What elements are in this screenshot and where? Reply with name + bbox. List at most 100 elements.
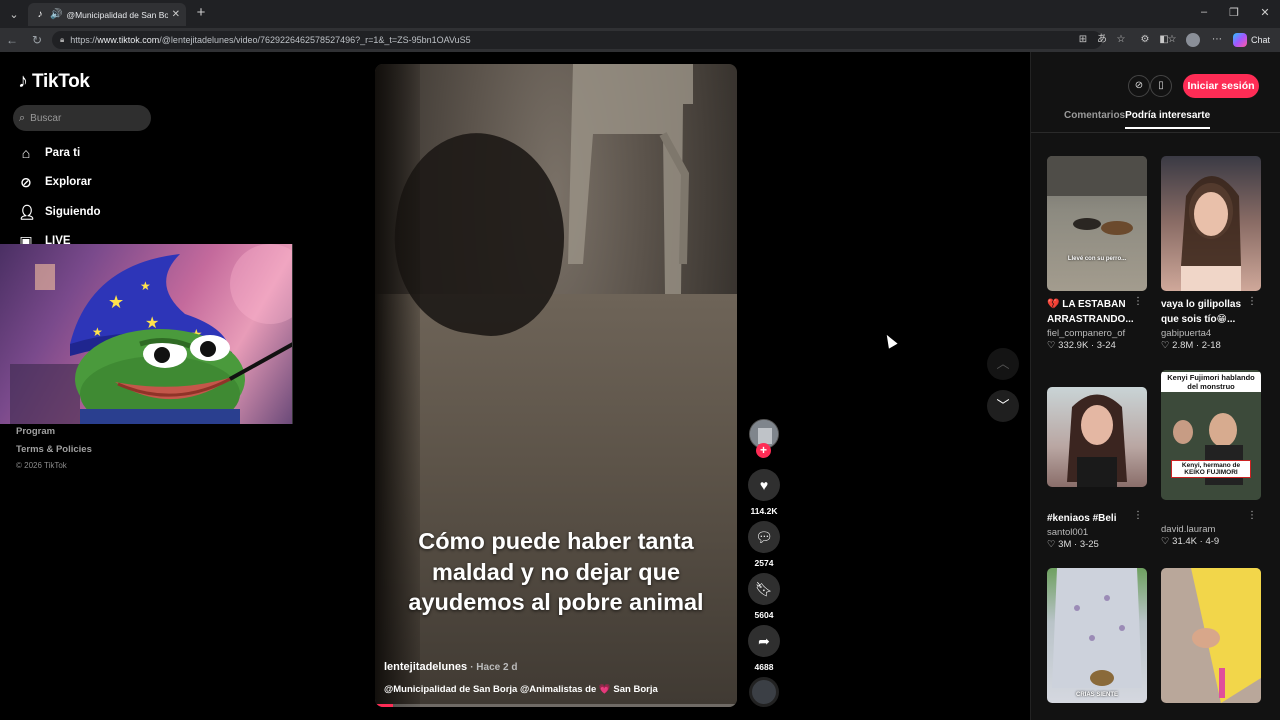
thumbnail-subtitle: Kenyi, hermano de KEIKO FUJIMORI xyxy=(1171,460,1251,478)
share-arrow-icon: ➦ xyxy=(758,633,770,649)
card-user[interactable]: gabipuerta4 xyxy=(1161,328,1261,339)
footer-link-terms[interactable]: Terms & Policies xyxy=(16,444,92,455)
tab-suggested[interactable]: Podría interesarte xyxy=(1125,110,1211,129)
window-close-icon[interactable]: ✕ xyxy=(1257,6,1273,19)
video-author[interactable]: lentejitadelunes · Hace 2 d xyxy=(384,661,517,673)
author-name[interactable]: lentejitadelunes xyxy=(384,661,467,673)
audio-playing-icon[interactable]: 🔊 xyxy=(50,9,62,20)
previous-video-chevron-up-icon[interactable]: ︿ xyxy=(987,348,1019,380)
favorites-icon[interactable]: ☆ xyxy=(1166,34,1178,46)
share-count: 4688 xyxy=(754,662,774,672)
card-date: 4-9 xyxy=(1205,536,1220,547)
description-text[interactable]: @Municipalidad de San Borja @Animalistas… xyxy=(384,684,596,695)
minimize-icon[interactable]: – xyxy=(1196,6,1212,18)
explore-compass-icon[interactable]: ⊘ xyxy=(1128,75,1150,97)
translate-icon[interactable]: あ xyxy=(1096,34,1108,46)
nav-label: Explorar xyxy=(45,176,92,188)
video-thumbnail[interactable]: Kenyi Fujimori hablando del monstruo Ken… xyxy=(1161,370,1261,500)
nav-following[interactable]: 👤︎ Siguiendo xyxy=(18,204,101,220)
suggested-video-card[interactable]: ⋮ #keniaos #Beli santol001 ♡ 3M · 3-25 xyxy=(1047,387,1147,550)
video-progress-fill xyxy=(375,704,394,707)
share-button[interactable]: ➦ xyxy=(748,625,780,657)
search-box[interactable]: ⌕ xyxy=(13,105,151,131)
card-user[interactable]: david.lauram xyxy=(1161,524,1261,535)
settings-more-icon[interactable]: ⋯ xyxy=(1211,34,1223,46)
card-title: 💔 LA ESTABAN ARRASTRANDO... xyxy=(1047,299,1134,325)
search-input[interactable] xyxy=(30,112,131,124)
tab-comments[interactable]: Comentarios xyxy=(1064,110,1125,129)
video-thumbnail[interactable] xyxy=(1047,387,1147,487)
nav-label: Para ti xyxy=(45,147,81,159)
copilot-icon xyxy=(1233,33,1247,47)
svg-text:★: ★ xyxy=(92,325,103,339)
card-meta: ♡ 31.4K · 4-9 xyxy=(1161,536,1220,547)
pepe-wizard-avatar: ★ ★ ★ ★ ★ xyxy=(10,244,292,424)
url-field[interactable]: 🔒︎ https://www.tiktok.com/@lentejitadelu… xyxy=(52,31,1102,49)
restore-icon[interactable]: ❐ xyxy=(1226,6,1242,19)
more-options-icon[interactable]: ⋮ xyxy=(1247,510,1257,521)
girl-thumbnail-image xyxy=(1181,176,1241,291)
url-text: https://www.tiktok.com/@lentejitadelunes… xyxy=(70,35,470,45)
save-button[interactable]: 🔖︎ xyxy=(748,573,780,605)
nav-for-you[interactable]: ⌂ Para ti xyxy=(18,145,80,161)
video-chair-shape xyxy=(568,64,693,294)
favorite-star-icon[interactable]: ☆ xyxy=(1115,34,1127,46)
comment-button[interactable]: 💬︎ xyxy=(748,521,780,553)
footer-link-program[interactable]: Program xyxy=(16,426,55,437)
suggested-video-card[interactable]: ⋮ vaya lo gilipollas que sois tío😁... ga… xyxy=(1161,156,1261,351)
suggested-video-card[interactable]: CRIAS SIENTE xyxy=(1047,568,1147,703)
video-thumbnail[interactable]: CRIAS SIENTE xyxy=(1047,568,1147,703)
heart-outline-icon: ♡ xyxy=(1161,340,1170,351)
video-caption: Cómo puede haber tanta maldad y no dejar… xyxy=(408,528,704,615)
extensions-icon[interactable]: ⚙ xyxy=(1139,34,1151,46)
next-video-chevron-down-icon[interactable]: ﹀ xyxy=(987,390,1019,422)
site-info-icon[interactable]: 🔒︎ xyxy=(60,35,64,45)
tiktok-logo[interactable]: ♪ TikTok xyxy=(18,70,90,93)
like-button[interactable]: ♥ xyxy=(748,469,780,501)
card-user[interactable]: fiel_companero_of xyxy=(1047,328,1147,339)
comment-count: 2574 xyxy=(754,558,774,568)
suggested-video-card[interactable] xyxy=(1161,568,1261,703)
tab-actions-chevron-icon[interactable]: ⌄ xyxy=(4,4,24,24)
card-date: 3-24 xyxy=(1096,340,1116,351)
url-prefix: https:// xyxy=(70,35,98,45)
woman-thumbnail-image xyxy=(1067,394,1127,487)
suggested-video-card[interactable]: Kenyi Fujimori hablando del monstruo Ken… xyxy=(1161,370,1261,547)
video-progress-bar[interactable] xyxy=(375,704,737,707)
follow-plus-icon[interactable]: + xyxy=(756,443,771,458)
more-options-icon[interactable]: ⋮ xyxy=(1133,296,1143,307)
video-thumbnail[interactable]: Llevé con su perro... xyxy=(1047,156,1147,291)
card-title: vaya lo gilipollas que sois tío😁... xyxy=(1161,299,1242,325)
login-button[interactable]: Iniciar sesión xyxy=(1183,74,1259,98)
back-icon[interactable]: ← xyxy=(4,32,20,48)
card-likes: 31.4K xyxy=(1172,536,1197,547)
profile-avatar[interactable] xyxy=(1186,33,1200,47)
video-thumbnail[interactable] xyxy=(1161,156,1261,291)
address-bar-row: ← ↻ 🔒︎ https://www.tiktok.com/@lentejita… xyxy=(0,28,1280,52)
tiktok-page: ♪ TikTok ⌕ ⌂ Para ti ⊘ Explorar 👤︎ Sigui… xyxy=(0,52,1280,720)
mobile-device-icon[interactable]: ▯ xyxy=(1150,75,1172,97)
panel-tabs: Comentarios Podría interesarte xyxy=(1064,110,1211,129)
video-thumbnail[interactable] xyxy=(1161,568,1261,703)
suggested-video-card[interactable]: Llevé con su perro... ⋮ 💔 LA ESTABAN ARR… xyxy=(1047,156,1147,351)
video-player[interactable]: Cómo puede haber tanta maldad y no dejar… xyxy=(375,64,737,707)
more-options-icon[interactable]: ⋮ xyxy=(1133,510,1143,521)
heart-icon: ♥ xyxy=(759,477,769,493)
paper-thumbnail-image xyxy=(1191,568,1261,703)
tab-close-icon[interactable]: ✕ xyxy=(172,9,180,20)
posted-time: · Hace 2 d xyxy=(470,662,518,673)
card-title: #keniaos #Beli xyxy=(1047,513,1117,524)
nav-explore[interactable]: ⊘ Explorar xyxy=(18,174,92,190)
browser-tab[interactable]: ♪ 🔊 @Municipalidad de San Borja ✕ xyxy=(28,3,186,26)
card-user[interactable]: santol001 xyxy=(1047,527,1147,538)
new-tab-icon[interactable]: + xyxy=(193,5,209,21)
following-icon: 👤︎ xyxy=(18,204,36,220)
tabs-divider xyxy=(1031,132,1280,133)
more-options-icon[interactable]: ⋮ xyxy=(1247,296,1257,307)
music-disc-icon[interactable] xyxy=(749,677,779,707)
app-available-icon[interactable]: ⊞ xyxy=(1077,34,1089,46)
reload-icon[interactable]: ↻ xyxy=(29,32,45,48)
copilot-chat-button[interactable]: Chat xyxy=(1233,33,1270,47)
svg-text:★: ★ xyxy=(140,279,151,293)
url-path: /@lentejitadelunes/video/762922646257852… xyxy=(159,35,471,45)
